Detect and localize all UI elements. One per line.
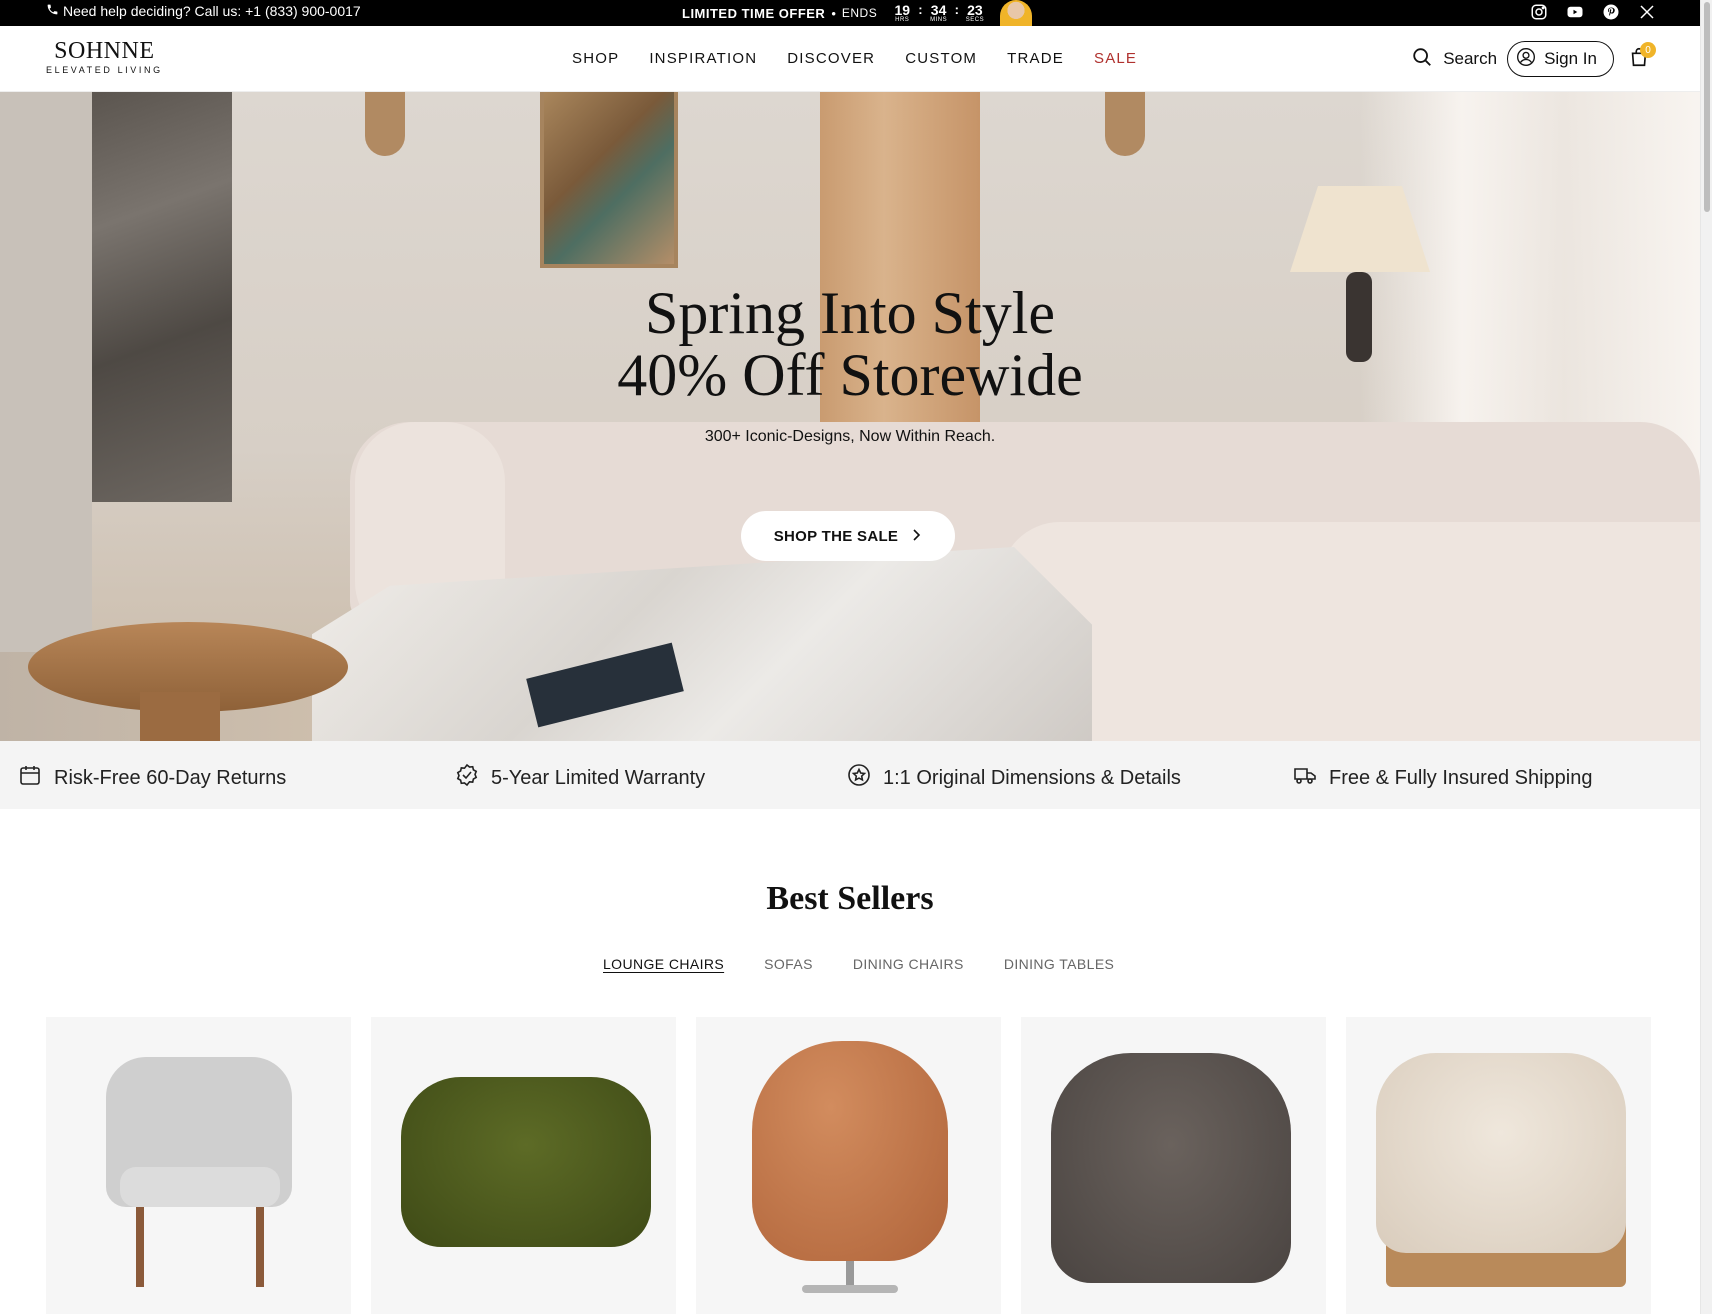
- best-sellers-title: Best Sellers: [766, 880, 934, 917]
- hero-subtitle: 300+ Iconic-Designs, Now Within Reach.: [704, 428, 996, 445]
- hero-title-line1: Spring Into Style: [644, 280, 1055, 346]
- hero-image-sconce: [365, 92, 405, 156]
- brand-name: SOHNNE: [54, 38, 155, 64]
- search-icon: [1411, 46, 1433, 73]
- brand-logo[interactable]: SOHNNE ELEVATED LIVING: [46, 39, 163, 75]
- feature-returns: Risk-Free 60-Day Returns: [18, 763, 286, 793]
- badge-check-icon: [455, 763, 479, 793]
- limited-offer: LIMITED TIME OFFER • ENDS 19 HRS : 34 MI…: [682, 0, 1032, 26]
- nav-shop[interactable]: SHOP: [572, 50, 619, 67]
- user-icon: [1516, 47, 1536, 72]
- product-card[interactable]: [1346, 1017, 1651, 1314]
- product-card[interactable]: [696, 1017, 1001, 1314]
- tab-dining-chairs[interactable]: DINING CHAIRS: [853, 956, 964, 972]
- product-card[interactable]: [371, 1017, 676, 1314]
- hero-title-line2: 40% Off Storewide: [617, 342, 1083, 408]
- nav-custom[interactable]: CUSTOM: [905, 50, 977, 67]
- truck-icon: [1293, 763, 1317, 793]
- social-links: [1530, 3, 1656, 21]
- nav-inspiration[interactable]: INSPIRATION: [649, 50, 757, 67]
- nav-trade[interactable]: TRADE: [1007, 50, 1064, 67]
- hero-image-side-table-leg: [140, 692, 220, 741]
- hero-content: Spring Into Style 40% Off Storewide 300+…: [0, 282, 1700, 446]
- main-nav: SHOP INSPIRATION DISCOVER CUSTOM TRADE S…: [572, 50, 1137, 67]
- header-actions: Search Sign In 0: [1411, 41, 1656, 77]
- youtube-icon[interactable]: [1566, 3, 1584, 21]
- timer-hours: 19 HRS: [894, 1, 911, 23]
- feature-label: 5-Year Limited Warranty: [491, 766, 706, 789]
- feature-label: Risk-Free 60-Day Returns: [54, 766, 287, 789]
- best-sellers-tabs: LOUNGE CHAIRS SOFAS DINING CHAIRS DINING…: [603, 956, 1114, 972]
- search-button[interactable]: Search: [1411, 46, 1497, 73]
- tab-sofas[interactable]: SOFAS: [764, 956, 813, 972]
- star-badge-icon: [847, 763, 871, 793]
- x-icon[interactable]: [1638, 3, 1656, 21]
- pinterest-icon[interactable]: [1602, 3, 1620, 21]
- calendar-icon: [18, 763, 42, 793]
- promo-avatar: [999, 0, 1032, 26]
- cart-button[interactable]: 0: [1624, 42, 1656, 74]
- help-phone[interactable]: Need help deciding? Call us: +1 (833) 90…: [46, 3, 361, 19]
- features-strip: Risk-Free 60-Day Returns 5-Year Limited …: [0, 741, 1700, 809]
- help-phone-text: Need help deciding? Call us: +1 (833) 90…: [63, 3, 361, 19]
- scrollbar-thumb[interactable]: [1704, 2, 1710, 212]
- timer-minutes: 34 MINS: [930, 1, 948, 23]
- nav-sale[interactable]: SALE: [1094, 50, 1137, 67]
- chevron-right-icon: [910, 528, 922, 545]
- hero-image-sconce: [1105, 92, 1145, 156]
- product-card[interactable]: [1021, 1017, 1326, 1314]
- timer-seconds: 23 SECS: [965, 1, 985, 23]
- sign-in-button[interactable]: Sign In: [1507, 41, 1614, 77]
- sign-in-label: Sign In: [1544, 49, 1597, 68]
- tab-dining-tables[interactable]: DINING TABLES: [1004, 956, 1115, 972]
- page-scrollbar[interactable]: [1700, 0, 1712, 1314]
- instagram-icon[interactable]: [1530, 3, 1548, 21]
- offer-ends-label: ENDS: [841, 6, 878, 20]
- hero-image-painting: [540, 92, 678, 268]
- shop-the-sale-button[interactable]: SHOP THE SALE: [741, 511, 955, 561]
- site-header: SOHNNE ELEVATED LIVING SHOP INSPIRATION …: [0, 26, 1700, 92]
- product-grid: [46, 1017, 1651, 1314]
- hero-banner: Spring Into Style 40% Off Storewide 300+…: [0, 92, 1700, 741]
- brand-tagline: ELEVATED LIVING: [46, 65, 163, 75]
- offer-label: LIMITED TIME OFFER: [682, 5, 826, 21]
- countdown-timer: 19 HRS : 34 MINS : 23 SECS: [889, 1, 988, 24]
- feature-dimensions: 1:1 Original Dimensions & Details: [847, 763, 1181, 793]
- feature-label: Free & Fully Insured Shipping: [1329, 766, 1593, 789]
- search-label: Search: [1443, 49, 1498, 68]
- cart-count-badge: 0: [1640, 42, 1656, 58]
- feature-label: 1:1 Original Dimensions & Details: [883, 766, 1181, 789]
- product-card[interactable]: [46, 1017, 351, 1314]
- hero-title: Spring Into Style 40% Off Storewide: [0, 282, 1700, 406]
- offer-separator: •: [831, 5, 836, 21]
- tab-lounge-chairs[interactable]: LOUNGE CHAIRS: [603, 956, 724, 972]
- promo-bar: Need help deciding? Call us: +1 (833) 90…: [0, 0, 1700, 26]
- cta-label: SHOP THE SALE: [773, 527, 899, 545]
- hero-image-sofa-seat: [1000, 522, 1700, 741]
- nav-discover[interactable]: DISCOVER: [787, 50, 875, 67]
- phone-icon: [46, 3, 59, 19]
- feature-warranty: 5-Year Limited Warranty: [455, 763, 705, 793]
- feature-shipping: Free & Fully Insured Shipping: [1293, 763, 1592, 793]
